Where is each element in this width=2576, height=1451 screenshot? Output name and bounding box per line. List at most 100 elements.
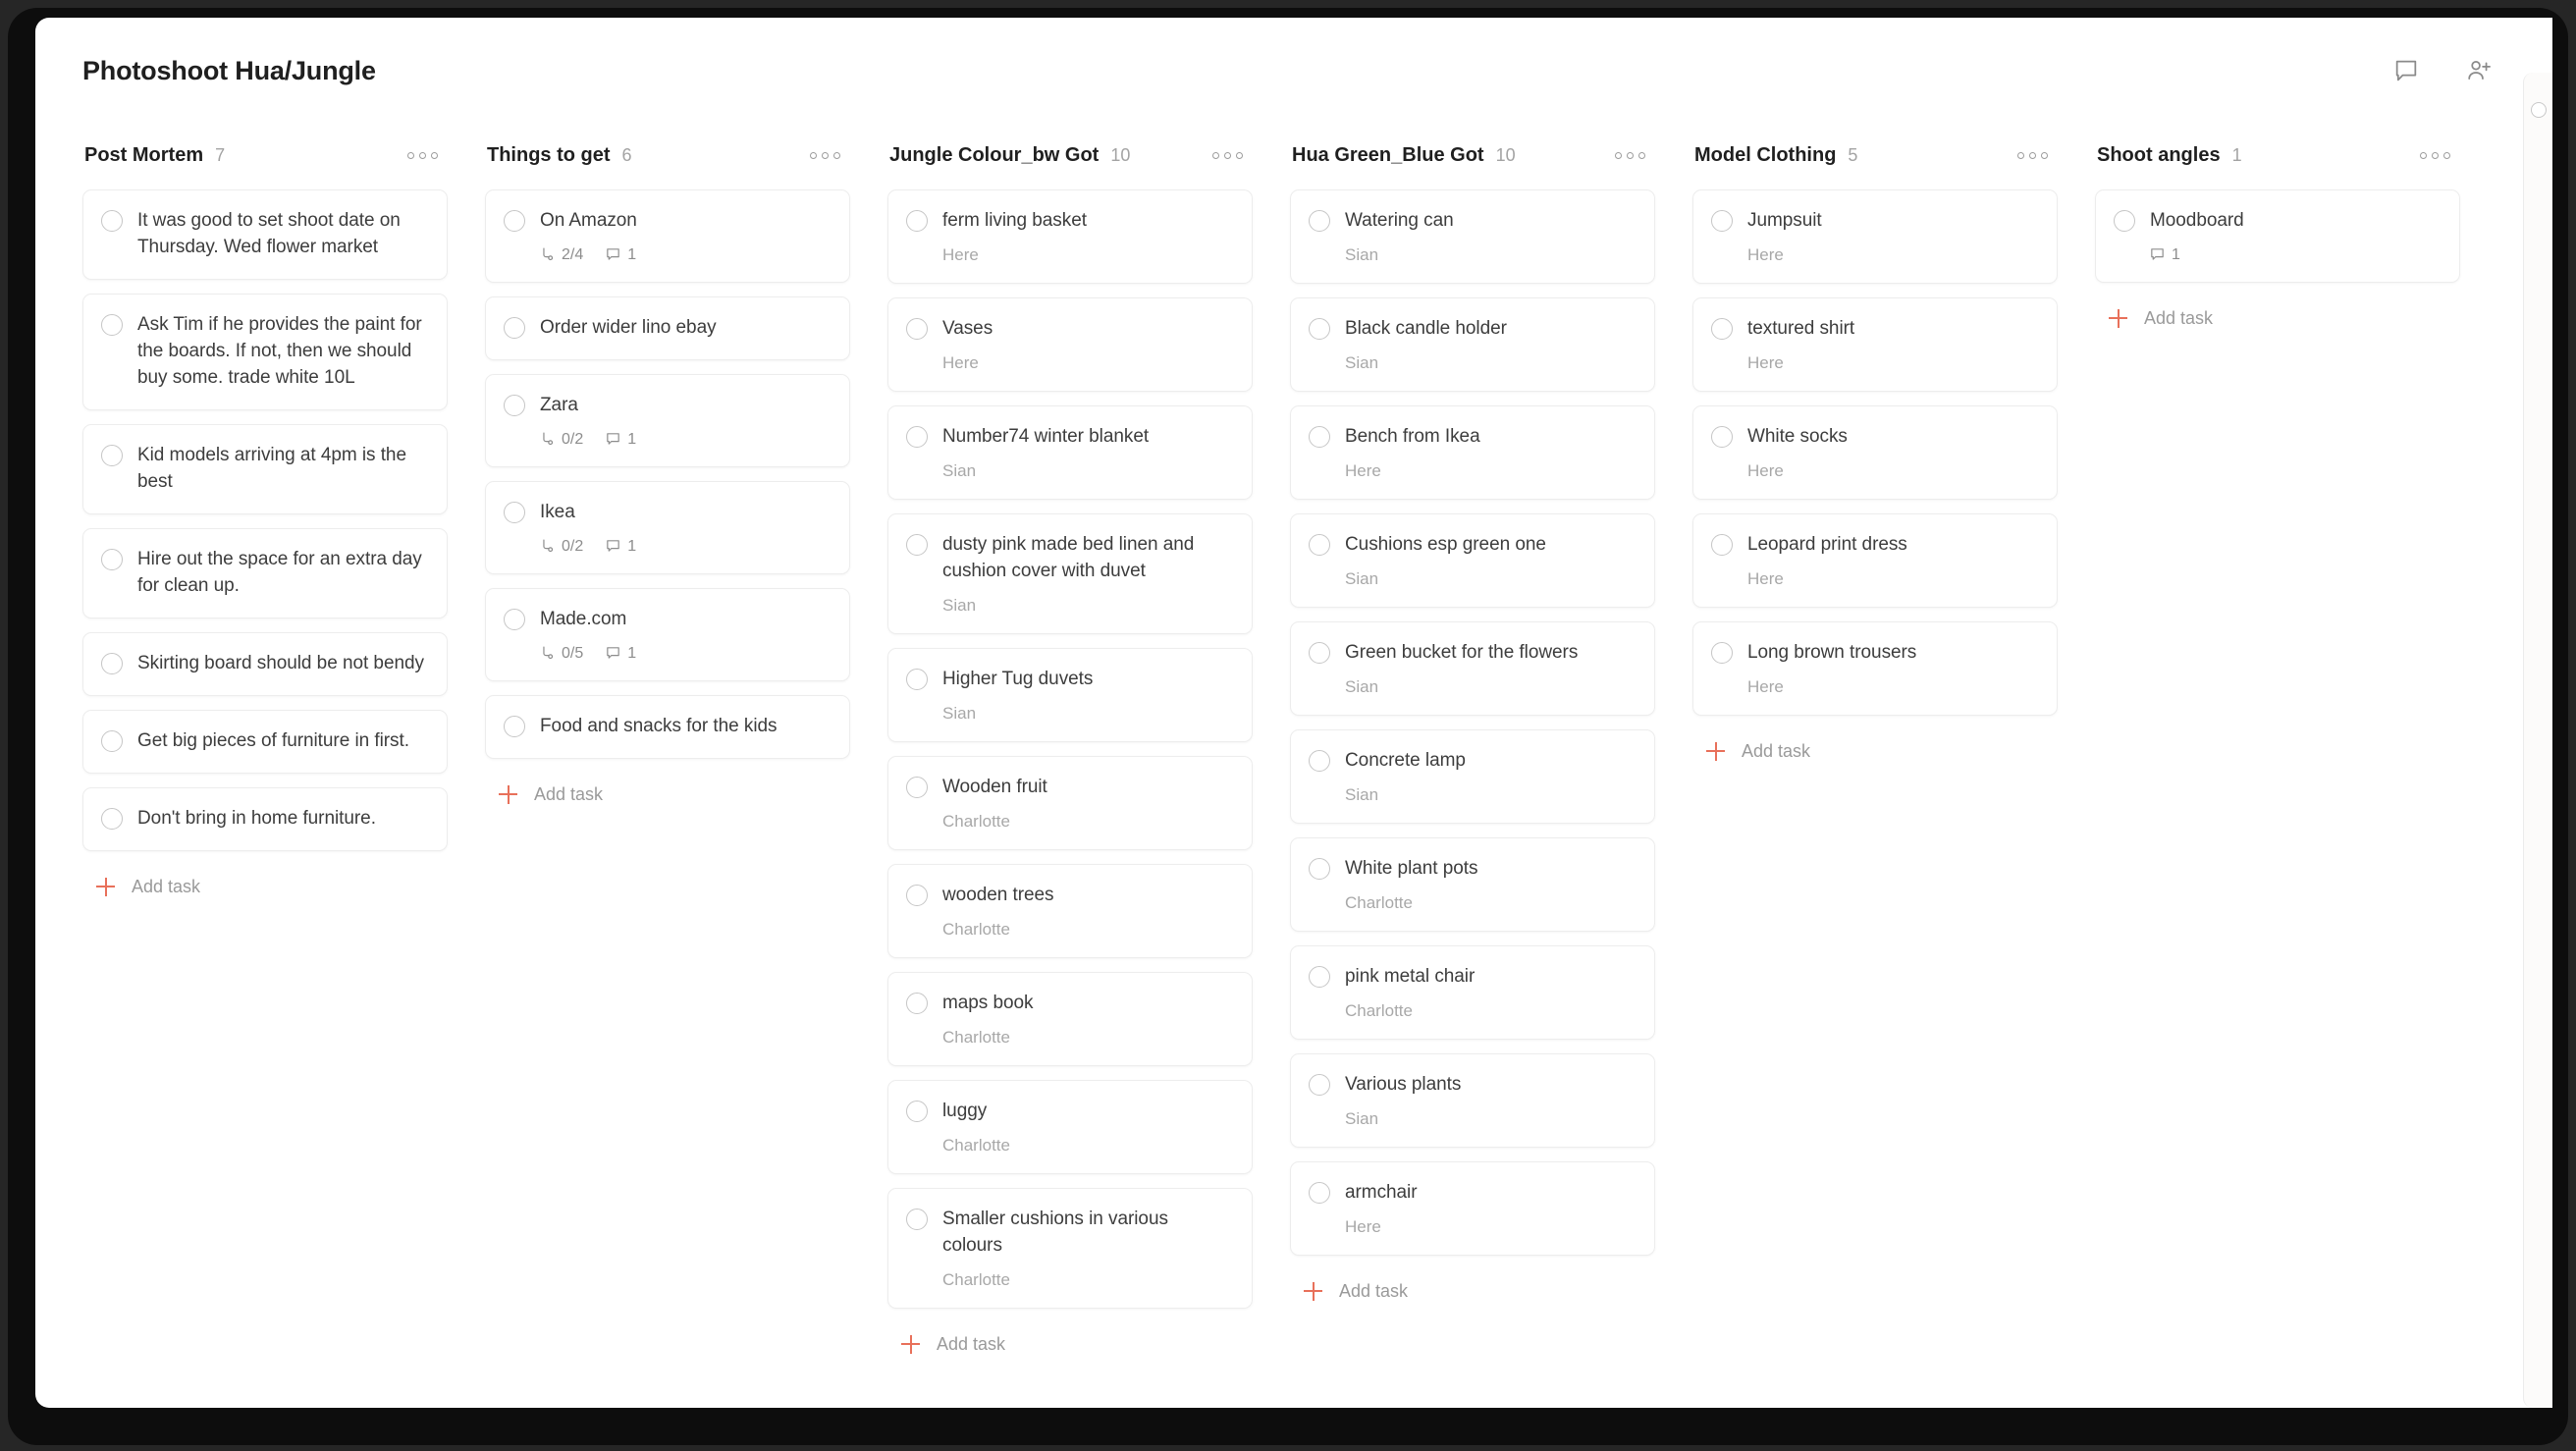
add-person-icon[interactable] — [2464, 56, 2494, 85]
task-card[interactable]: wooden trees Charlotte — [887, 863, 1253, 958]
task-card[interactable]: Jumpsuit Here — [1692, 189, 2058, 284]
task-complete-checkbox[interactable] — [101, 729, 123, 752]
task-complete-checkbox[interactable] — [101, 444, 123, 466]
task-complete-checkbox[interactable] — [1309, 857, 1330, 880]
task-complete-checkbox[interactable] — [504, 501, 525, 523]
task-complete-checkbox[interactable] — [1309, 749, 1330, 772]
column-options-icon[interactable] — [2416, 144, 2454, 167]
add-task-button[interactable]: Add task — [2095, 296, 2460, 337]
comment-count-label: 1 — [627, 245, 637, 263]
task-complete-checkbox[interactable] — [1309, 641, 1330, 664]
task-card[interactable]: Don't bring in home furniture. — [82, 786, 448, 851]
task-card[interactable]: On Amazon 2/4 1 — [485, 189, 850, 283]
task-card[interactable]: Zara 0/2 1 — [485, 373, 850, 467]
task-complete-checkbox[interactable] — [504, 608, 525, 630]
task-complete-checkbox[interactable] — [906, 317, 928, 340]
task-card[interactable]: textured shirt Here — [1692, 296, 2058, 392]
task-card[interactable]: Order wider lino ebay — [485, 296, 850, 360]
task-card[interactable]: Made.com 0/5 1 — [485, 587, 850, 681]
task-complete-checkbox[interactable] — [906, 884, 928, 906]
add-task-button[interactable]: Add task — [887, 1322, 1253, 1363]
task-card[interactable]: Various plants Sian — [1290, 1052, 1655, 1148]
task-complete-checkbox[interactable] — [906, 425, 928, 448]
column-options-icon[interactable] — [806, 144, 844, 167]
task-card[interactable]: Wooden fruit Charlotte — [887, 755, 1253, 850]
task-card[interactable]: Bench from Ikea Here — [1290, 404, 1655, 500]
task-card[interactable]: Concrete lamp Sian — [1290, 728, 1655, 824]
task-card[interactable]: Kid models arriving at 4pm is the best — [82, 423, 448, 514]
column-options-icon[interactable] — [1611, 144, 1649, 167]
comment-icon[interactable] — [2391, 56, 2421, 85]
task-card[interactable]: White socks Here — [1692, 404, 2058, 500]
task-card[interactable]: Ikea 0/2 1 — [485, 480, 850, 574]
task-card[interactable]: maps book Charlotte — [887, 971, 1253, 1066]
column-options-icon[interactable] — [1208, 144, 1247, 167]
task-card[interactable]: Hire out the space for an extra day for … — [82, 527, 448, 618]
task-complete-checkbox[interactable] — [1309, 1181, 1330, 1204]
task-complete-checkbox[interactable] — [906, 992, 928, 1014]
task-complete-checkbox[interactable] — [1309, 1073, 1330, 1096]
add-task-button[interactable]: Add task — [1692, 729, 2058, 770]
task-complete-checkbox[interactable] — [1309, 965, 1330, 988]
task-card[interactable]: Number74 winter blanket Sian — [887, 404, 1253, 500]
subtask-icon — [539, 538, 556, 555]
task-complete-checkbox[interactable] — [1711, 641, 1733, 664]
task-complete-checkbox[interactable] — [906, 776, 928, 798]
column-count: 10 — [1495, 144, 1516, 165]
task-card[interactable]: Black candle holder Sian — [1290, 296, 1655, 392]
column-options-icon[interactable] — [403, 144, 442, 167]
task-complete-checkbox[interactable] — [906, 668, 928, 690]
board-column: Things to get 6 On Amazon 2/4 1 Order wider l… — [485, 135, 887, 813]
panel-handle-icon[interactable] — [2531, 102, 2547, 118]
task-card[interactable]: Get big pieces of furniture in first. — [82, 709, 448, 774]
add-task-button[interactable]: Add task — [1290, 1269, 1655, 1310]
task-complete-checkbox[interactable] — [1309, 317, 1330, 340]
task-card[interactable]: Moodboard 1 — [2095, 189, 2460, 283]
task-complete-checkbox[interactable] — [906, 1208, 928, 1230]
task-card[interactable]: Long brown trousers Here — [1692, 620, 2058, 716]
task-card[interactable]: Vases Here — [887, 296, 1253, 392]
task-card[interactable]: Food and snacks for the kids — [485, 694, 850, 759]
task-complete-checkbox[interactable] — [1309, 533, 1330, 556]
add-task-button[interactable]: Add task — [82, 865, 448, 905]
task-complete-checkbox[interactable] — [1309, 425, 1330, 448]
task-card[interactable]: Green bucket for the flowers Sian — [1290, 620, 1655, 716]
task-complete-checkbox[interactable] — [101, 652, 123, 674]
task-complete-checkbox[interactable] — [101, 807, 123, 830]
task-complete-checkbox[interactable] — [504, 316, 525, 339]
task-complete-checkbox[interactable] — [906, 210, 928, 232]
task-card[interactable]: dusty pink made bed linen and cushion co… — [887, 512, 1253, 634]
task-complete-checkbox[interactable] — [906, 1100, 928, 1122]
task-card[interactable]: Skirting board should be not bendy — [82, 631, 448, 696]
task-complete-checkbox[interactable] — [1711, 533, 1733, 556]
task-card-main: Green bucket for the flowers — [1309, 640, 1635, 667]
task-complete-checkbox[interactable] — [906, 533, 928, 556]
task-card[interactable]: Leopard print dress Here — [1692, 512, 2058, 608]
task-complete-checkbox[interactable] — [1711, 425, 1733, 448]
task-complete-checkbox[interactable] — [1711, 210, 1733, 232]
task-complete-checkbox[interactable] — [101, 548, 123, 570]
task-complete-checkbox[interactable] — [504, 715, 525, 737]
task-card[interactable]: Higher Tug duvets Sian — [887, 647, 1253, 742]
task-card[interactable]: White plant pots Charlotte — [1290, 836, 1655, 932]
task-assignee: Here — [942, 352, 979, 372]
task-complete-checkbox[interactable] — [504, 394, 525, 416]
task-complete-checkbox[interactable] — [101, 210, 123, 232]
task-card[interactable]: Smaller cushions in various colours Charl… — [887, 1187, 1253, 1309]
task-complete-checkbox[interactable] — [1711, 317, 1733, 340]
task-card[interactable]: ferm living basket Here — [887, 189, 1253, 284]
task-card[interactable]: Ask Tim if he provides the paint for the… — [82, 293, 448, 410]
task-card[interactable]: luggy Charlotte — [887, 1079, 1253, 1174]
task-card[interactable]: Cushions esp green one Sian — [1290, 512, 1655, 608]
add-task-button[interactable]: Add task — [485, 773, 850, 813]
task-complete-checkbox[interactable] — [504, 210, 525, 232]
task-card[interactable]: Watering can Sian — [1290, 189, 1655, 284]
task-complete-checkbox[interactable] — [101, 313, 123, 336]
task-card[interactable]: armchair Here — [1290, 1160, 1655, 1256]
task-complete-checkbox[interactable] — [2114, 210, 2135, 232]
task-card[interactable]: pink metal chair Charlotte — [1290, 944, 1655, 1040]
task-card[interactable]: It was good to set shoot date on Thursda… — [82, 189, 448, 280]
task-complete-checkbox[interactable] — [1309, 210, 1330, 232]
column-options-icon[interactable] — [2013, 144, 2052, 167]
right-panel-sliver[interactable] — [2523, 73, 2552, 1408]
